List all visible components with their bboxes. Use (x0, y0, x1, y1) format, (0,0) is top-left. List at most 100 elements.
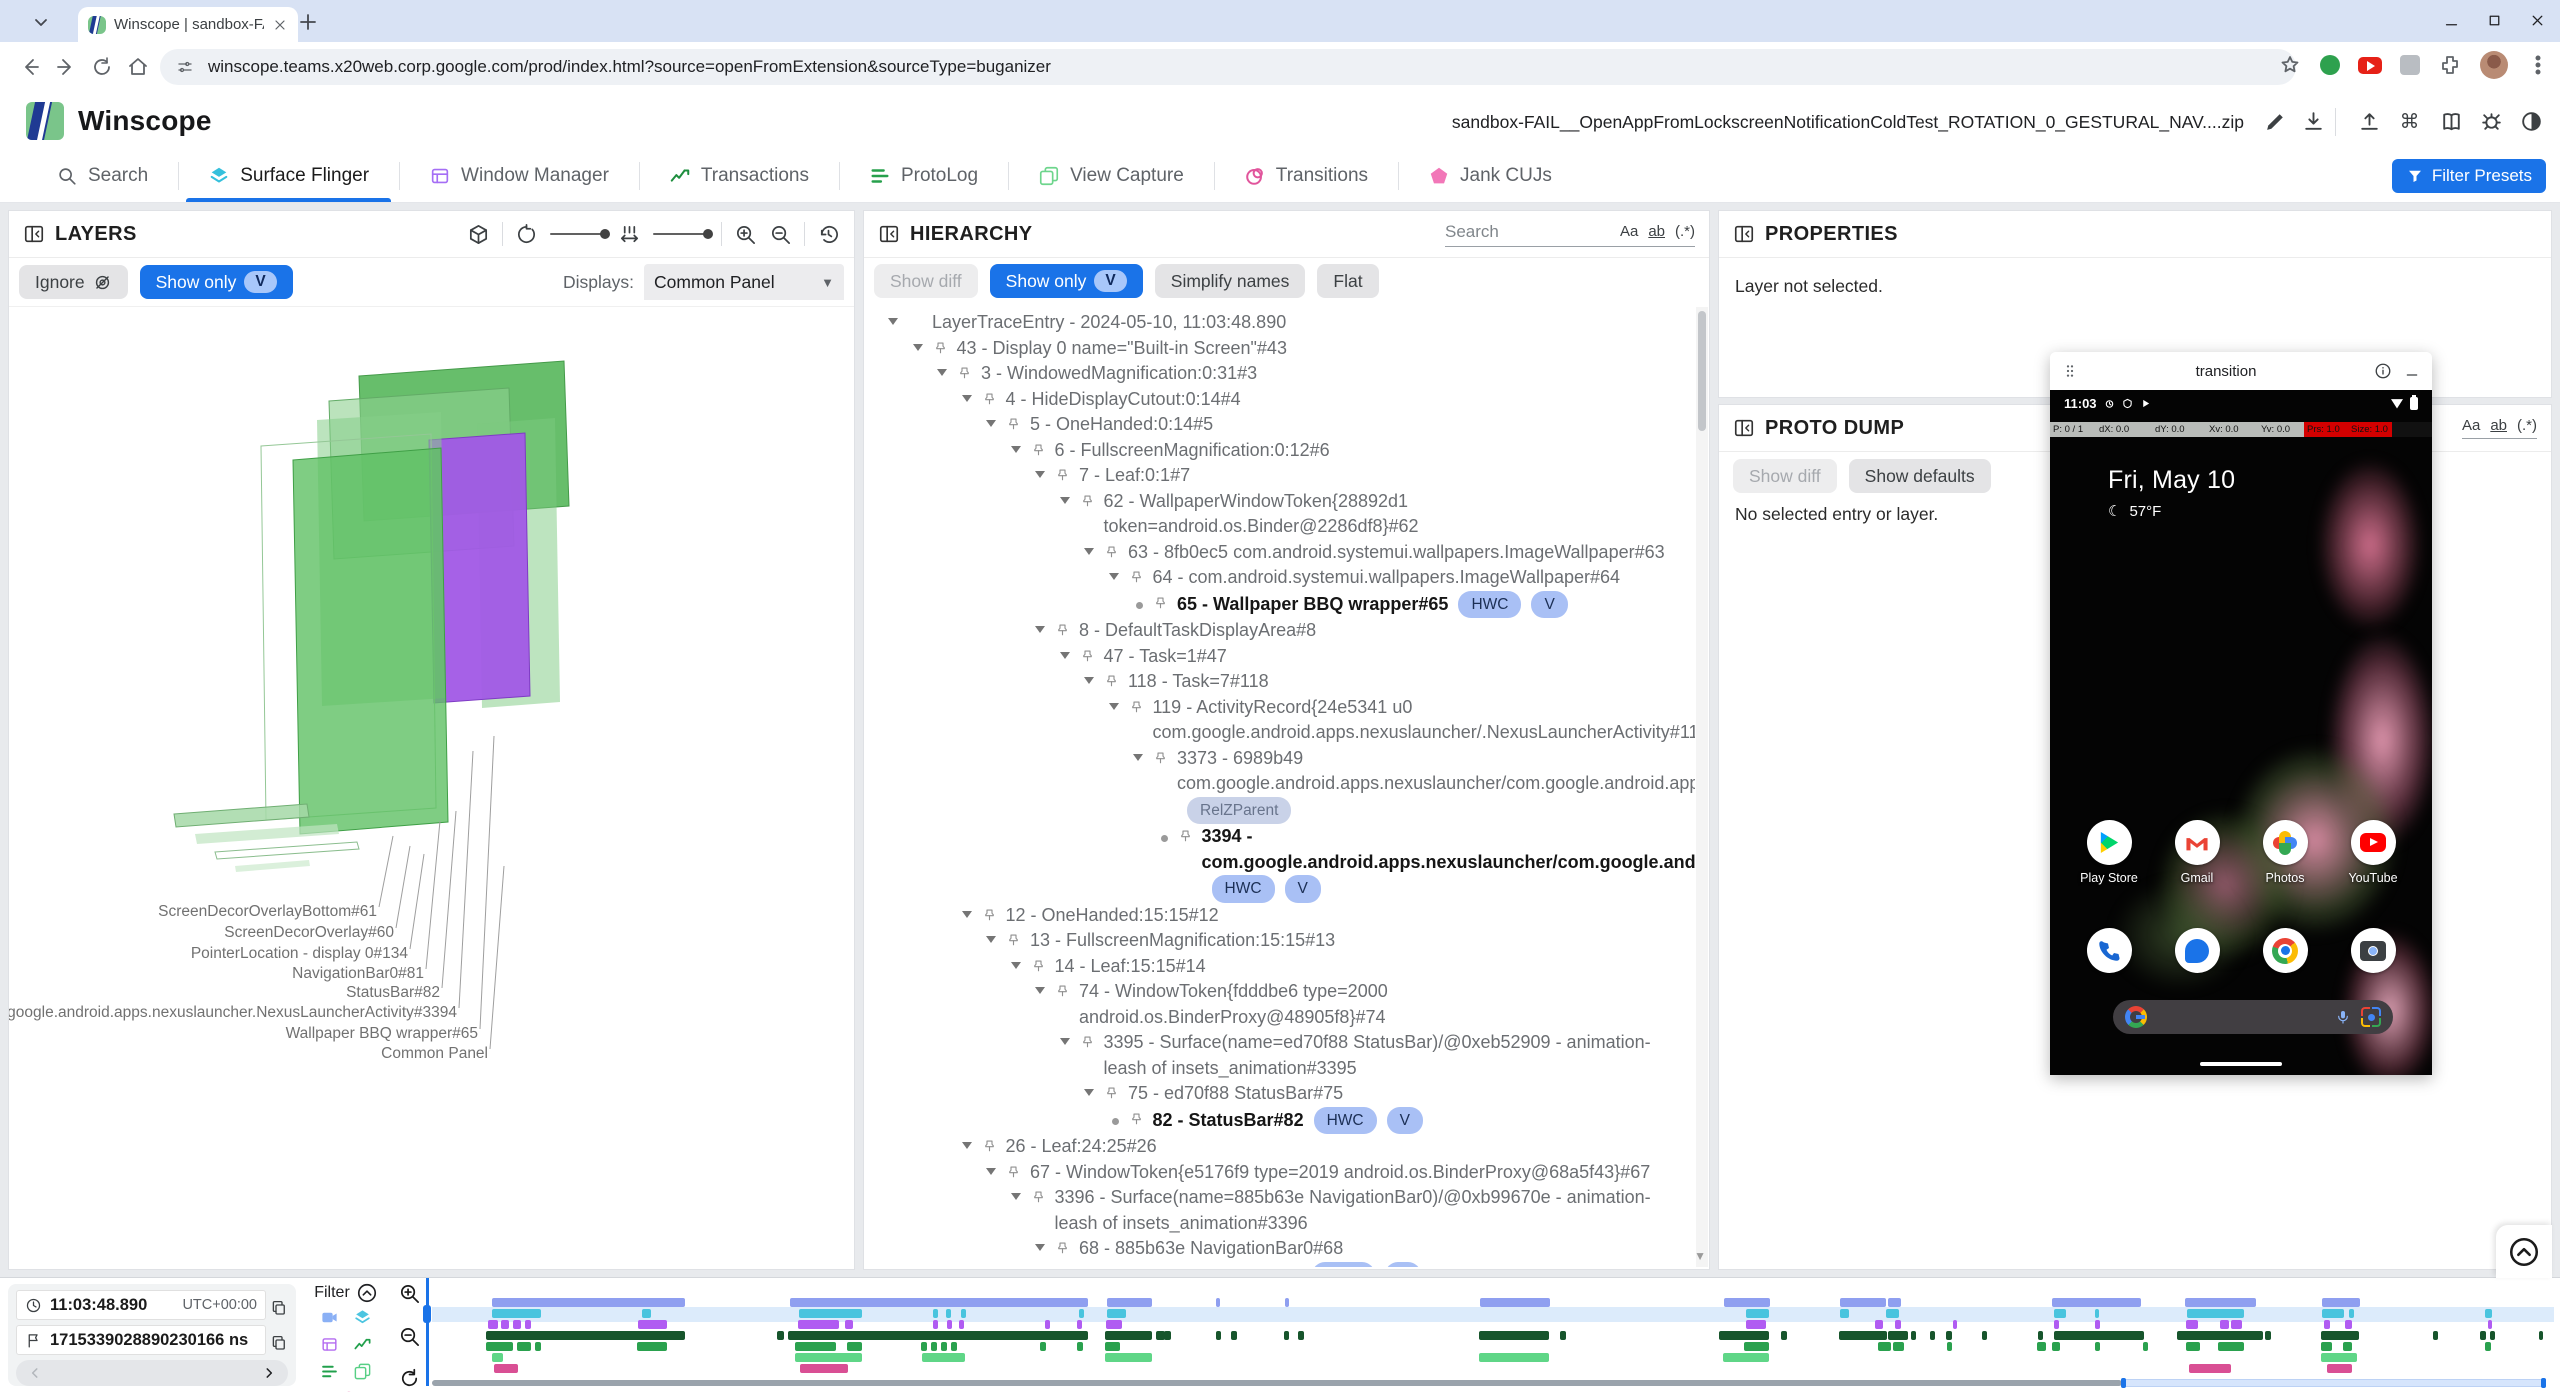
layer-rect-label[interactable]: slauncher/com.google.android.apps.nexusl… (9, 1004, 457, 1022)
expand-arrow-icon[interactable] (1084, 677, 1094, 684)
url-bar[interactable]: winscope.teams.x20web.corp.google.com/pr… (160, 49, 2296, 85)
pin-icon[interactable] (1055, 1241, 1070, 1257)
whole-word-icon[interactable]: ab (1648, 223, 1665, 240)
expand-arrow-icon[interactable] (1060, 1038, 1070, 1045)
expand-arrow-icon[interactable] (1109, 703, 1119, 710)
expand-arrow-icon[interactable] (1011, 1193, 1021, 1200)
tree-node[interactable]: LayerTraceEntry - 2024-05-10, 11:03:48.8… (864, 310, 1695, 336)
tree-node[interactable]: 26 - Leaf:24:25#26 (864, 1134, 1695, 1160)
tab-search-icon[interactable] (28, 10, 54, 34)
home-icon[interactable] (126, 55, 150, 79)
youtube-app-icon[interactable] (2351, 820, 2396, 865)
expand-arrow-icon[interactable] (962, 1142, 972, 1149)
collapse-panel-icon[interactable] (1733, 417, 1755, 439)
pin-icon[interactable] (1055, 623, 1070, 639)
layer-rect-label[interactable]: NavigationBar0#81 (292, 965, 424, 983)
extensions-puzzle-icon[interactable] (2438, 53, 2462, 77)
reset-view-icon[interactable] (817, 223, 840, 246)
timeline-row-screen-recording[interactable] (432, 1298, 2554, 1307)
tree-node[interactable]: 119 - ActivityRecord{24e5341 u0 com.goog… (864, 695, 1695, 746)
pin-icon[interactable] (1080, 1035, 1095, 1051)
camera-app-icon[interactable] (2351, 928, 2396, 973)
expand-arrow-icon[interactable] (986, 1168, 996, 1175)
timeline-row-view-capture[interactable] (432, 1353, 2554, 1362)
timeline-zoom-in-icon[interactable] (398, 1282, 421, 1305)
tab-close-icon[interactable] (272, 17, 288, 33)
prev-entry-icon[interactable] (28, 1366, 42, 1380)
report-bug-icon[interactable] (2479, 109, 2504, 134)
tab-transactions[interactable]: Transactions (639, 150, 839, 202)
pin-icon[interactable] (1055, 468, 1070, 484)
tree-node[interactable]: 68 - 885b63e NavigationBar0#68 (864, 1236, 1695, 1262)
app-shortcut-play-store[interactable]: Play Store (2078, 820, 2140, 885)
pin-icon[interactable] (1104, 674, 1119, 690)
app-shortcut-photos[interactable]: Photos (2254, 820, 2316, 885)
show-diff-button[interactable]: Show diff (874, 264, 978, 298)
pin-icon[interactable] (1153, 751, 1168, 767)
viewcapture-filter-icon[interactable] (353, 1362, 372, 1381)
regex-icon[interactable]: (.*) (1675, 223, 1695, 240)
expand-arrow-icon[interactable] (1035, 987, 1045, 994)
expand-arrow-icon[interactable] (986, 936, 996, 943)
pin-icon[interactable] (1080, 494, 1095, 510)
photos-app-icon[interactable] (2263, 820, 2308, 865)
tree-node[interactable]: 6 - FullscreenMagnification:0:12#6 (864, 438, 1695, 464)
timeline-row-surface-flinger[interactable] (432, 1309, 2554, 1318)
collapse-panel-icon[interactable] (878, 223, 900, 245)
pin-icon[interactable] (1129, 1112, 1144, 1128)
mic-icon[interactable] (2335, 1007, 2351, 1027)
window-filter-icon[interactable] (320, 1335, 339, 1354)
bookmark-star-icon[interactable] (2278, 53, 2302, 77)
timeline-reset-icon[interactable] (398, 1367, 421, 1390)
layer-rect-label[interactable]: Common Panel (381, 1045, 488, 1063)
pin-icon[interactable] (1178, 829, 1193, 845)
expand-arrow-icon[interactable] (962, 395, 972, 402)
pin-icon[interactable] (982, 1139, 997, 1155)
tree-node[interactable]: 5 - OneHanded:0:14#5 (864, 412, 1695, 438)
youtube-extension-icon[interactable] (2358, 57, 2382, 74)
shortcuts-icon[interactable]: ⌘ (2397, 109, 2422, 134)
google-search-bar[interactable] (2113, 1000, 2393, 1034)
expand-arrow-icon[interactable] (1035, 1244, 1045, 1251)
browser-tab[interactable]: Winscope | sandbox-FAIL (78, 7, 298, 42)
tree-node[interactable]: 3394 - com.google.android.apps.nexuslaun… (864, 824, 1695, 903)
expand-arrow-icon[interactable] (1011, 446, 1021, 453)
displays-select[interactable]: Common Panel ▼ (644, 264, 844, 300)
app-shortcut[interactable] (2342, 928, 2404, 973)
profile-avatar[interactable] (2480, 51, 2508, 79)
match-case-icon[interactable]: Aa (1620, 223, 1638, 240)
app-shortcut[interactable] (2078, 928, 2140, 973)
tree-node[interactable]: 4 - HideDisplayCutout:0:14#4 (864, 387, 1695, 413)
pin-icon[interactable] (1129, 570, 1144, 586)
collapse-timeline-button[interactable] (2496, 1225, 2552, 1278)
tab-search[interactable]: Search (26, 150, 178, 202)
layers-filter-icon[interactable] (353, 1308, 372, 1327)
layer-rect-label[interactable]: PointerLocation - display 0#134 (191, 945, 408, 963)
tree-node[interactable]: 7 - Leaf:0:1#7 (864, 463, 1695, 489)
timeline-row-transactions[interactable] (432, 1331, 2554, 1340)
pin-icon[interactable] (1129, 700, 1144, 716)
timeline-cursor-handle[interactable] (423, 1305, 431, 1323)
timeline-cursor[interactable] (426, 1278, 429, 1386)
expand-arrow-icon[interactable] (1133, 754, 1143, 761)
pin-icon[interactable] (957, 366, 972, 382)
tree-node[interactable]: 63 - 8fb0ec5 com.android.systemui.wallpa… (864, 540, 1695, 566)
transition-window-titlebar[interactable]: transition (2050, 352, 2432, 390)
tree-node[interactable]: 65 - Wallpaper BBQ wrapper#65HWCV (864, 591, 1695, 619)
ignore-button[interactable]: Ignore (19, 265, 128, 299)
show-defaults-button[interactable]: Show defaults (1849, 459, 1991, 493)
rotation-slider[interactable] (550, 233, 606, 235)
tree-node[interactable]: 8 - DefaultTaskDisplayArea#8 (864, 618, 1695, 644)
tree-node[interactable]: 82 - StatusBar#82HWCV (864, 1107, 1695, 1135)
tab-view-capture[interactable]: View Capture (1008, 150, 1214, 202)
show-only-button[interactable]: Show only V (140, 265, 293, 299)
expand-arrow-icon[interactable] (1035, 626, 1045, 633)
pin-icon[interactable] (1006, 1165, 1021, 1181)
transactions-filter-icon[interactable] (353, 1335, 372, 1354)
filter-presets-button[interactable]: Filter Presets (2392, 159, 2546, 193)
timeline-range-scrollbar[interactable] (432, 1379, 2550, 1387)
pin-icon[interactable] (1104, 545, 1119, 561)
copy-ns-icon[interactable] (270, 1334, 288, 1352)
tree-node[interactable]: 67 - WindowToken{e5176f9 type=2019 andro… (864, 1160, 1695, 1186)
expand-arrow-icon[interactable] (1084, 1089, 1094, 1096)
